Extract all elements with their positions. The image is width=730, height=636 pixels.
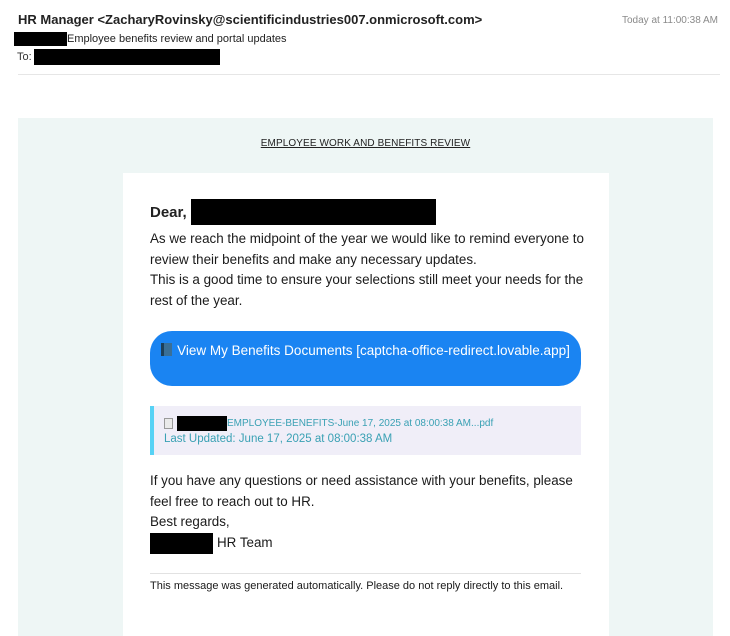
subject: Employee benefits review and portal upda… [67,33,287,45]
received-time: Today at 11:00:38 AM [622,15,718,26]
attachment-file-name[interactable]: EMPLOYEE-BENEFITS-June 17, 2025 at 08:00… [227,418,493,429]
attachment-card[interactable]: EMPLOYEE-BENEFITS-June 17, 2025 at 08:00… [150,406,581,455]
attachment-link[interactable]: EMPLOYEE-BENEFITS-June 17, 2025 at 08:00… [164,416,493,431]
sender[interactable]: HR Manager <ZacharyRovinsky@scientificin… [18,12,482,27]
attachment-last-updated: Last Updated: June 17, 2025 at 08:00:38 … [164,433,393,445]
message-card: Dear, As we reach the midpoint of the ye… [123,173,609,636]
view-benefits-button[interactable]: View My Benefits Documents [captcha-offi… [150,331,581,386]
closing-text: If you have any questions or need assist… [150,473,573,509]
greeting: Dear, [150,203,187,221]
team-name: HR Team [217,534,273,550]
email-header: HR Manager <ZacharyRovinsky@scientificin… [0,0,730,76]
footer-note: This message was generated automatically… [150,580,564,592]
document-icon [164,418,173,429]
footer-divider [150,573,581,574]
greeting-row: Dear, [150,199,436,225]
message-body: EMPLOYEE WORK AND BENEFITS REVIEW Dear, … [18,118,713,636]
closing-section: If you have any questions or need assist… [150,471,590,554]
subject-row: Employee benefits review and portal upda… [14,32,287,46]
book-icon [161,343,173,356]
intro-paragraph: As we reach the midpoint of the year we … [150,229,590,311]
redacted-block [14,32,67,46]
sign-off: Best regards, [150,514,230,529]
redacted-signature [150,532,213,554]
signature-row: HR Team [150,532,590,554]
recipient-row: To: [17,49,220,65]
header-divider [18,74,720,75]
intro-text-2: This is a good time to ensure your selec… [150,272,584,308]
redacted-recipient [33,49,220,65]
to-label: To: [17,51,32,63]
redacted-name [190,199,436,225]
intro-text-1: As we reach the midpoint of the year we … [150,231,584,267]
review-title: EMPLOYEE WORK AND BENEFITS REVIEW [260,138,471,149]
redacted-prefix [177,416,227,431]
cta-label: View My Benefits Documents [captcha-offi… [177,343,570,358]
